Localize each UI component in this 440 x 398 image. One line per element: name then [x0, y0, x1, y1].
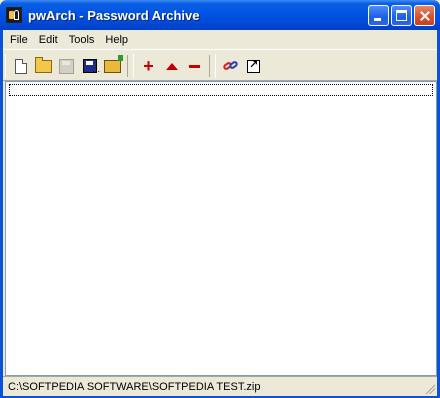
- move-up-button[interactable]: [160, 55, 183, 77]
- maximize-icon: [396, 10, 407, 21]
- close-button[interactable]: [414, 5, 435, 26]
- menu-file[interactable]: File: [6, 34, 32, 46]
- status-bar: C:\SOFTPEDIA SOFTWARE\SOFTPEDIA TEST.zip: [3, 376, 437, 396]
- new-document-icon: [14, 58, 27, 74]
- open-button[interactable]: [32, 55, 55, 77]
- close-icon: [415, 6, 434, 25]
- maximize-button[interactable]: [391, 5, 412, 26]
- save-button[interactable]: [55, 55, 78, 77]
- entries-list[interactable]: [5, 81, 437, 376]
- title-bar[interactable]: pwArch - Password Archive: [0, 0, 440, 30]
- save-as-icon: [82, 59, 100, 74]
- add-entry-button[interactable]: +: [137, 55, 160, 77]
- export-folder-icon: [104, 54, 123, 73]
- menu-edit[interactable]: Edit: [35, 34, 62, 46]
- shortcut-icon: [247, 58, 260, 73]
- toolbar-tools-group: [215, 54, 265, 78]
- toolbar-file-group: [5, 54, 124, 78]
- add-icon: +: [143, 56, 154, 76]
- remove-icon: [189, 64, 200, 68]
- open-folder-icon: [35, 56, 52, 73]
- status-file-path: C:\SOFTPEDIA SOFTWARE\SOFTPEDIA TEST.zip: [8, 380, 261, 393]
- shortcut-button[interactable]: [242, 55, 265, 77]
- toolbar-separator: [127, 55, 128, 77]
- resize-grip-icon[interactable]: [424, 383, 435, 394]
- minimize-button[interactable]: [368, 5, 389, 26]
- new-button[interactable]: [9, 55, 32, 77]
- link-button[interactable]: [219, 55, 242, 77]
- app-keyring-icon[interactable]: [6, 7, 22, 23]
- save-icon: [59, 58, 74, 74]
- menu-bar: File Edit Tools Help: [3, 30, 437, 50]
- minimize-icon: [374, 18, 381, 21]
- main-window: pwArch - Password Archive File Edit Tool…: [0, 0, 440, 398]
- window-title: pwArch - Password Archive: [28, 7, 200, 23]
- link-icon: [222, 59, 239, 74]
- menu-help[interactable]: Help: [101, 34, 132, 46]
- toolbar: +: [3, 52, 437, 81]
- menu-tools[interactable]: Tools: [65, 34, 99, 46]
- remove-entry-button[interactable]: [183, 55, 206, 77]
- focused-row[interactable]: [9, 84, 433, 96]
- toolbar-separator: [209, 55, 210, 77]
- export-button[interactable]: [101, 54, 124, 77]
- save-as-button[interactable]: [78, 55, 101, 77]
- toolbar-entry-group: +: [133, 54, 206, 78]
- window-controls: [368, 5, 435, 26]
- move-up-icon: [165, 62, 178, 70]
